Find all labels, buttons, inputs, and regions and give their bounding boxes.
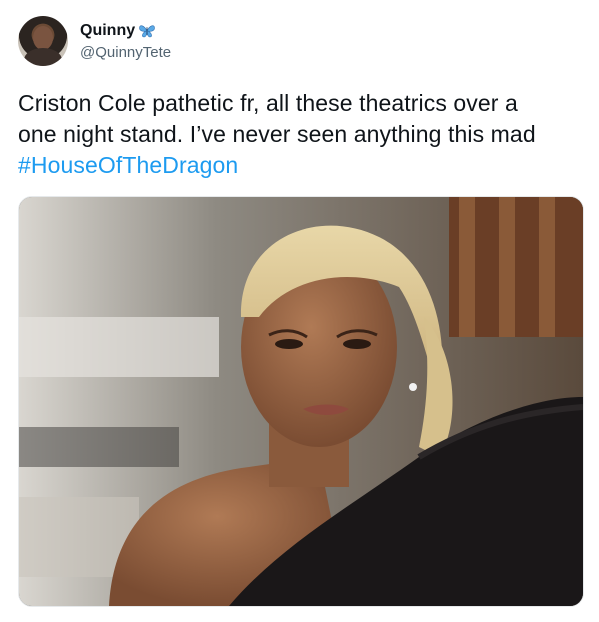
butterfly-icon (139, 24, 155, 37)
tweet-media-photo[interactable] (18, 196, 584, 607)
tweet-text-line: one night stand. I’ve never seen anythin… (18, 121, 536, 147)
display-name-row: Quinny (80, 21, 171, 41)
tweet: Quinny @QuinnyTete Criston Cole pathetic… (0, 0, 599, 622)
display-name[interactable]: Quinny (80, 21, 135, 41)
tweet-text: Criston Cole pathetic fr, all these thea… (18, 88, 588, 181)
avatar[interactable] (18, 16, 68, 66)
tweet-header: Quinny @QuinnyTete (18, 16, 171, 66)
author-names: Quinny @QuinnyTete (80, 21, 171, 62)
user-handle[interactable]: @QuinnyTete (80, 43, 171, 62)
hashtag-link[interactable]: #HouseOfTheDragon (18, 150, 588, 181)
avatar-face (33, 26, 53, 50)
tweet-text-line: Criston Cole pathetic fr, all these thea… (18, 90, 518, 116)
reaction-photo (19, 197, 583, 606)
avatar-body (24, 48, 62, 66)
